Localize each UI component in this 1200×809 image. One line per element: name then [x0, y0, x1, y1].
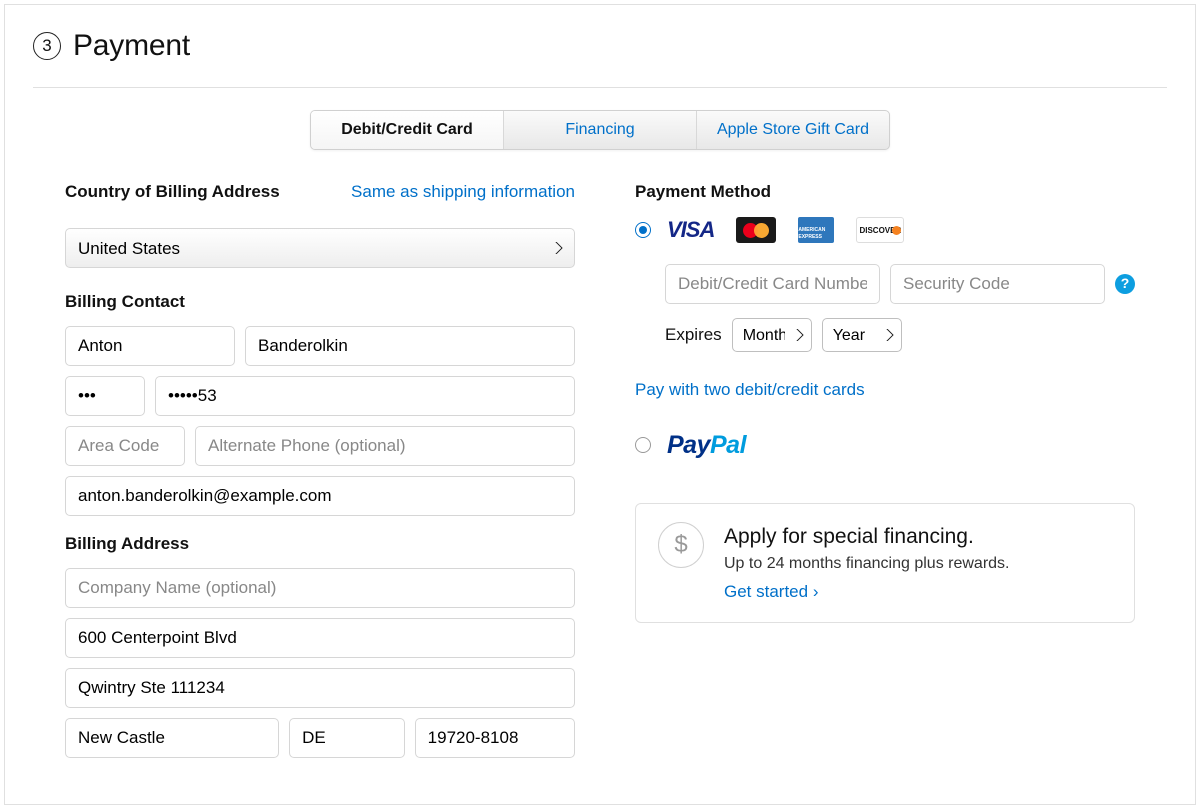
expiry-year-select[interactable]: Year — [822, 318, 902, 352]
alt-phone-field[interactable] — [195, 426, 575, 466]
section-header: 3 Payment — [33, 25, 1167, 88]
state-field[interactable] — [289, 718, 405, 758]
payment-method-label: Payment Method — [635, 180, 1135, 204]
zip-field[interactable] — [415, 718, 575, 758]
billing-contact-label: Billing Contact — [65, 290, 575, 314]
country-select[interactable]: United States — [65, 228, 575, 268]
street2-field[interactable] — [65, 668, 575, 708]
dollar-icon: $ — [658, 522, 704, 568]
promo-subtitle: Up to 24 months financing plus rewards. — [724, 553, 1009, 575]
security-code-help-icon[interactable]: ? — [1115, 274, 1135, 294]
page-title: Payment — [73, 25, 190, 67]
mastercard-logo — [736, 217, 776, 243]
card-brand-logos: VISA AMERICAN EXPRESS DISCOVER — [667, 216, 972, 244]
paypal-payment-option[interactable]: PayPal — [635, 428, 1135, 463]
tab-financing[interactable]: Financing — [504, 111, 697, 149]
country-label: Country of Billing Address — [65, 180, 280, 204]
expiry-month-select[interactable]: Month — [732, 318, 812, 352]
company-field[interactable] — [65, 568, 575, 608]
visa-logo: VISA — [667, 219, 714, 241]
email-field[interactable] — [65, 476, 575, 516]
promo-get-started-link[interactable]: Get started › — [724, 582, 818, 601]
financing-promo: $ Apply for special financing. Up to 24 … — [635, 503, 1135, 623]
expires-label: Expires — [665, 323, 722, 347]
security-code-field[interactable] — [890, 264, 1105, 304]
billing-address-label: Billing Address — [65, 532, 575, 556]
payment-panel: 3 Payment Debit/Credit Card Financing Ap… — [4, 4, 1196, 805]
city-field[interactable] — [65, 718, 279, 758]
tab-gift-card[interactable]: Apple Store Gift Card — [697, 111, 889, 149]
billing-info-column: Country of Billing Address Same as shipp… — [65, 180, 575, 767]
promo-title: Apply for special financing. — [724, 522, 1009, 551]
step-badge: 3 — [33, 32, 61, 60]
paypal-logo: PayPal — [667, 428, 746, 463]
discover-logo: DISCOVER — [856, 217, 904, 243]
tab-debit-credit[interactable]: Debit/Credit Card — [311, 111, 504, 149]
two-cards-link[interactable]: Pay with two debit/credit cards — [635, 378, 1135, 402]
last-name-field[interactable] — [245, 326, 575, 366]
card-radio[interactable] — [635, 222, 651, 238]
payment-method-column: Payment Method VISA AMERICAN EXPRESS DIS… — [635, 180, 1135, 767]
card-number-field[interactable] — [665, 264, 880, 304]
unionpay-logo — [924, 216, 974, 244]
alt-area-field[interactable] — [65, 426, 185, 466]
phone-number-field[interactable] — [155, 376, 575, 416]
payment-type-tabs: Debit/Credit Card Financing Apple Store … — [310, 110, 890, 150]
amex-logo: AMERICAN EXPRESS — [798, 217, 834, 243]
first-name-field[interactable] — [65, 326, 235, 366]
street1-field[interactable] — [65, 618, 575, 658]
paypal-radio[interactable] — [635, 437, 651, 453]
same-as-shipping-link[interactable]: Same as shipping information — [351, 180, 575, 204]
card-payment-option[interactable]: VISA AMERICAN EXPRESS DISCOVER — [635, 216, 1135, 244]
phone-area-field[interactable] — [65, 376, 145, 416]
